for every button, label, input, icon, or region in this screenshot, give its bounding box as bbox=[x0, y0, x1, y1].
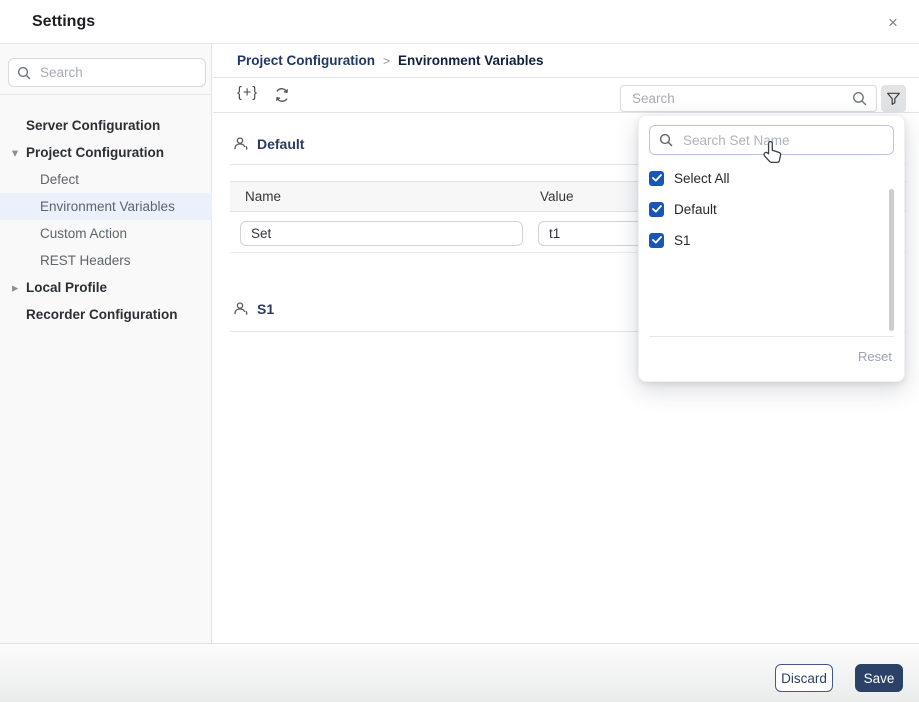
dialog-title: Settings bbox=[32, 13, 96, 30]
filter-set-button[interactable] bbox=[881, 85, 906, 112]
caret-right-icon[interactable]: ▸ bbox=[9, 281, 21, 294]
user-set-icon bbox=[233, 301, 249, 317]
variables-search-input[interactable] bbox=[630, 90, 844, 107]
breadcrumb-parent[interactable]: Project Configuration bbox=[237, 53, 375, 68]
filter-option-default[interactable]: Default bbox=[649, 196, 894, 222]
settings-sidebar: Server Configuration ▾ Project Configurati… bbox=[0, 44, 219, 643]
checkbox-checked-icon[interactable] bbox=[649, 201, 664, 217]
filter-option-select-all[interactable]: Select All bbox=[649, 165, 894, 191]
column-header-value: Value bbox=[540, 189, 574, 204]
reset-button[interactable]: Reset bbox=[858, 349, 892, 364]
sidebar-item-environment-variables[interactable]: Environment Variables bbox=[0, 193, 212, 220]
user-set-icon bbox=[233, 136, 249, 152]
breadcrumb: Project Configuration > Environment Vari… bbox=[213, 44, 919, 78]
filter-set-popup: Select All Default S1 Reset bbox=[638, 115, 905, 382]
save-button[interactable]: Save bbox=[855, 664, 903, 692]
dialog-header: Settings × bbox=[0, 0, 919, 44]
set-filter-options: Select All Default S1 bbox=[649, 160, 894, 253]
section-header-s1: S1 bbox=[233, 301, 274, 317]
popup-scrollbar[interactable] bbox=[889, 189, 894, 331]
dialog-footer: Discard Save bbox=[0, 643, 919, 702]
sidebar-item-defect[interactable]: Defect bbox=[0, 166, 212, 193]
filter-option-label: Select All bbox=[674, 170, 730, 186]
caret-down-icon[interactable]: ▾ bbox=[9, 146, 21, 159]
variable-name-input[interactable] bbox=[240, 221, 523, 246]
sidebar-item-label: REST Headers bbox=[40, 253, 131, 268]
variables-search-box[interactable] bbox=[620, 85, 877, 112]
popup-divider bbox=[649, 336, 894, 337]
section-label: Default bbox=[257, 136, 305, 152]
sidebar-item-rest-headers[interactable]: REST Headers bbox=[0, 247, 212, 274]
sidebar-item-label: Custom Action bbox=[40, 226, 128, 241]
sidebar-item-label: Project Configuration bbox=[26, 145, 164, 160]
checkbox-checked-icon[interactable] bbox=[649, 170, 664, 186]
sidebar-divider bbox=[0, 94, 212, 95]
sidebar-item-label: Environment Variables bbox=[40, 199, 175, 214]
sidebar-item-label: Recorder Configuration bbox=[26, 307, 178, 322]
refresh-icon[interactable] bbox=[273, 86, 291, 104]
section-label: S1 bbox=[257, 301, 275, 317]
sidebar-item-project-configuration[interactable]: ▾ Project Configuration bbox=[0, 139, 212, 166]
sidebar-item-label: Local Profile bbox=[26, 280, 108, 295]
sidebar-item-recorder-configuration[interactable]: Recorder Configuration bbox=[0, 301, 212, 328]
search-icon bbox=[17, 66, 31, 80]
add-variable-button[interactable]: {+} bbox=[237, 85, 258, 101]
filter-option-label: S1 bbox=[674, 232, 691, 248]
sidebar-item-server-configuration[interactable]: Server Configuration bbox=[0, 112, 212, 139]
search-icon bbox=[852, 91, 867, 106]
sidebar-item-label: Server Configuration bbox=[26, 118, 161, 133]
breadcrumb-current: Environment Variables bbox=[398, 53, 544, 68]
funnel-icon bbox=[885, 90, 902, 107]
sidebar-tree: Server Configuration ▾ Project Configurati… bbox=[0, 112, 212, 328]
breadcrumb-separator-icon: > bbox=[383, 53, 391, 68]
sidebar-search-input[interactable] bbox=[38, 64, 219, 81]
search-icon bbox=[659, 133, 673, 147]
settings-dialog: Settings × Server Configuration ▾ Project … bbox=[0, 0, 919, 702]
column-header-name: Name bbox=[245, 189, 282, 204]
checkbox-checked-icon[interactable] bbox=[649, 232, 664, 248]
close-icon[interactable]: × bbox=[881, 11, 905, 35]
filter-option-s1[interactable]: S1 bbox=[649, 227, 894, 253]
sidebar-item-custom-action[interactable]: Custom Action bbox=[0, 220, 212, 247]
filter-option-label: Default bbox=[674, 201, 717, 217]
set-name-search-input[interactable] bbox=[681, 131, 884, 149]
sidebar-search-box[interactable] bbox=[8, 58, 219, 87]
sidebar-item-local-profile[interactable]: ▸ Local Profile bbox=[0, 274, 212, 301]
discard-button[interactable]: Discard bbox=[775, 664, 833, 692]
sidebar-item-label: Defect bbox=[40, 172, 80, 187]
set-name-search-box[interactable] bbox=[649, 125, 894, 155]
section-header-default: Default bbox=[233, 136, 304, 152]
